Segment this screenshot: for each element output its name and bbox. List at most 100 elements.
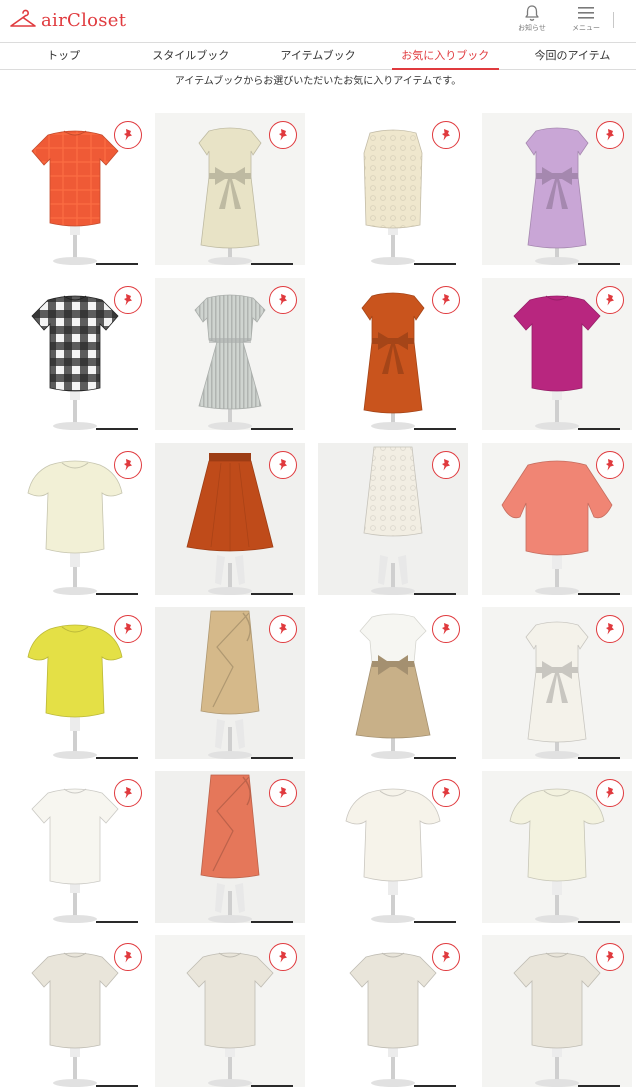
hamburger-menu-icon (578, 7, 594, 19)
favorite-item-card[interactable] (155, 771, 305, 923)
favorite-pin-button[interactable] (269, 615, 297, 643)
favorite-item-card[interactable] (0, 113, 150, 265)
favorite-item-card[interactable] (318, 278, 468, 430)
pin-icon (124, 129, 132, 141)
pin-icon (442, 294, 450, 306)
pin-icon (279, 787, 287, 799)
pin-icon (442, 787, 450, 799)
favorite-item-card[interactable] (482, 935, 632, 1087)
card-shadow (96, 593, 138, 595)
favorite-pin-button[interactable] (114, 943, 142, 971)
favorite-item-card[interactable] (482, 443, 632, 595)
pin-icon (124, 459, 132, 471)
favorite-item-card[interactable] (0, 607, 150, 759)
card-shadow (251, 263, 293, 265)
favorite-item-card[interactable] (155, 935, 305, 1087)
pin-icon (279, 459, 287, 471)
favorite-pin-button[interactable] (114, 615, 142, 643)
favorite-item-card[interactable] (318, 443, 468, 595)
favorite-pin-button[interactable] (432, 779, 460, 807)
pin-icon (606, 951, 614, 963)
favorite-item-card[interactable] (318, 935, 468, 1087)
favorite-pin-button[interactable] (596, 121, 624, 149)
card-shadow (414, 593, 456, 595)
card-shadow (251, 757, 293, 759)
aircloset-logo[interactable]: airCloset (8, 6, 126, 34)
favorite-pin-button[interactable] (432, 286, 460, 314)
app-header: airCloset お知らせ メニュー (0, 0, 636, 42)
tab-favorite-book[interactable]: お気に入りブック (382, 43, 509, 70)
favorite-item-card[interactable] (482, 607, 632, 759)
favorite-item-card[interactable] (0, 278, 150, 430)
pin-icon (124, 787, 132, 799)
pin-icon (606, 294, 614, 306)
favorite-item-card[interactable] (0, 771, 150, 923)
pin-icon (279, 129, 287, 141)
logo-text: airCloset (41, 9, 127, 31)
favorite-item-card[interactable] (482, 771, 632, 923)
menu-button[interactable]: メニュー (566, 4, 606, 38)
favorite-pin-button[interactable] (432, 615, 460, 643)
favorite-item-card[interactable] (0, 443, 150, 595)
pin-icon (442, 129, 450, 141)
favorite-pin-button[interactable] (114, 121, 142, 149)
notification-label: お知らせ (518, 24, 546, 32)
card-shadow (96, 921, 138, 923)
favorite-item-card[interactable] (318, 771, 468, 923)
favorite-item-card[interactable] (0, 935, 150, 1087)
pin-icon (279, 951, 287, 963)
favorite-item-card[interactable] (155, 443, 305, 595)
card-shadow (578, 593, 620, 595)
page-subtitle: アイテムブックからお選びいただいたお気に入りアイテムです。 (174, 76, 462, 87)
pin-icon (442, 623, 450, 635)
card-shadow (578, 263, 620, 265)
card-shadow (251, 428, 293, 430)
favorite-pin-button[interactable] (114, 286, 142, 314)
card-shadow (96, 757, 138, 759)
tab-stylebook[interactable]: スタイルブック (127, 43, 254, 69)
favorite-pin-button[interactable] (432, 451, 460, 479)
header-divider (613, 12, 614, 28)
pin-icon (606, 129, 614, 141)
favorite-pin-button[interactable] (269, 121, 297, 149)
favorite-item-card[interactable] (155, 113, 305, 265)
card-shadow (96, 428, 138, 430)
card-shadow (414, 921, 456, 923)
favorite-pin-button[interactable] (596, 286, 624, 314)
card-shadow (414, 757, 456, 759)
favorite-pin-button[interactable] (432, 943, 460, 971)
favorite-pin-button[interactable] (596, 943, 624, 971)
pin-icon (279, 623, 287, 635)
card-shadow (414, 428, 456, 430)
pin-icon (442, 951, 450, 963)
favorite-pin-button[interactable] (269, 779, 297, 807)
favorite-pin-button[interactable] (269, 286, 297, 314)
card-shadow (578, 428, 620, 430)
tab-itembook[interactable]: アイテムブック (254, 43, 381, 69)
favorite-pin-button[interactable] (114, 451, 142, 479)
pin-icon (124, 951, 132, 963)
main-tab-bar: トップ スタイルブック アイテムブック お気に入りブック 今回のアイテム (0, 42, 636, 70)
favorite-item-card[interactable] (318, 113, 468, 265)
favorite-pin-button[interactable] (432, 121, 460, 149)
favorite-pin-button[interactable] (114, 779, 142, 807)
favorite-pin-button[interactable] (269, 943, 297, 971)
card-shadow (251, 593, 293, 595)
favorite-item-card[interactable] (482, 278, 632, 430)
notification-button[interactable]: お知らせ (512, 4, 552, 38)
tab-current-items[interactable]: 今回のアイテム (509, 43, 636, 69)
pin-icon (606, 623, 614, 635)
tab-top[interactable]: トップ (0, 43, 127, 69)
card-shadow (251, 921, 293, 923)
pin-icon (124, 294, 132, 306)
favorite-pin-button[interactable] (596, 615, 624, 643)
favorite-item-card[interactable] (155, 607, 305, 759)
favorite-item-card[interactable] (318, 607, 468, 759)
card-shadow (96, 263, 138, 265)
favorite-pin-button[interactable] (596, 779, 624, 807)
favorite-pin-button[interactable] (596, 451, 624, 479)
favorite-item-card[interactable] (155, 278, 305, 430)
favorite-item-card[interactable] (482, 113, 632, 265)
favorite-pin-button[interactable] (269, 451, 297, 479)
card-shadow (578, 921, 620, 923)
